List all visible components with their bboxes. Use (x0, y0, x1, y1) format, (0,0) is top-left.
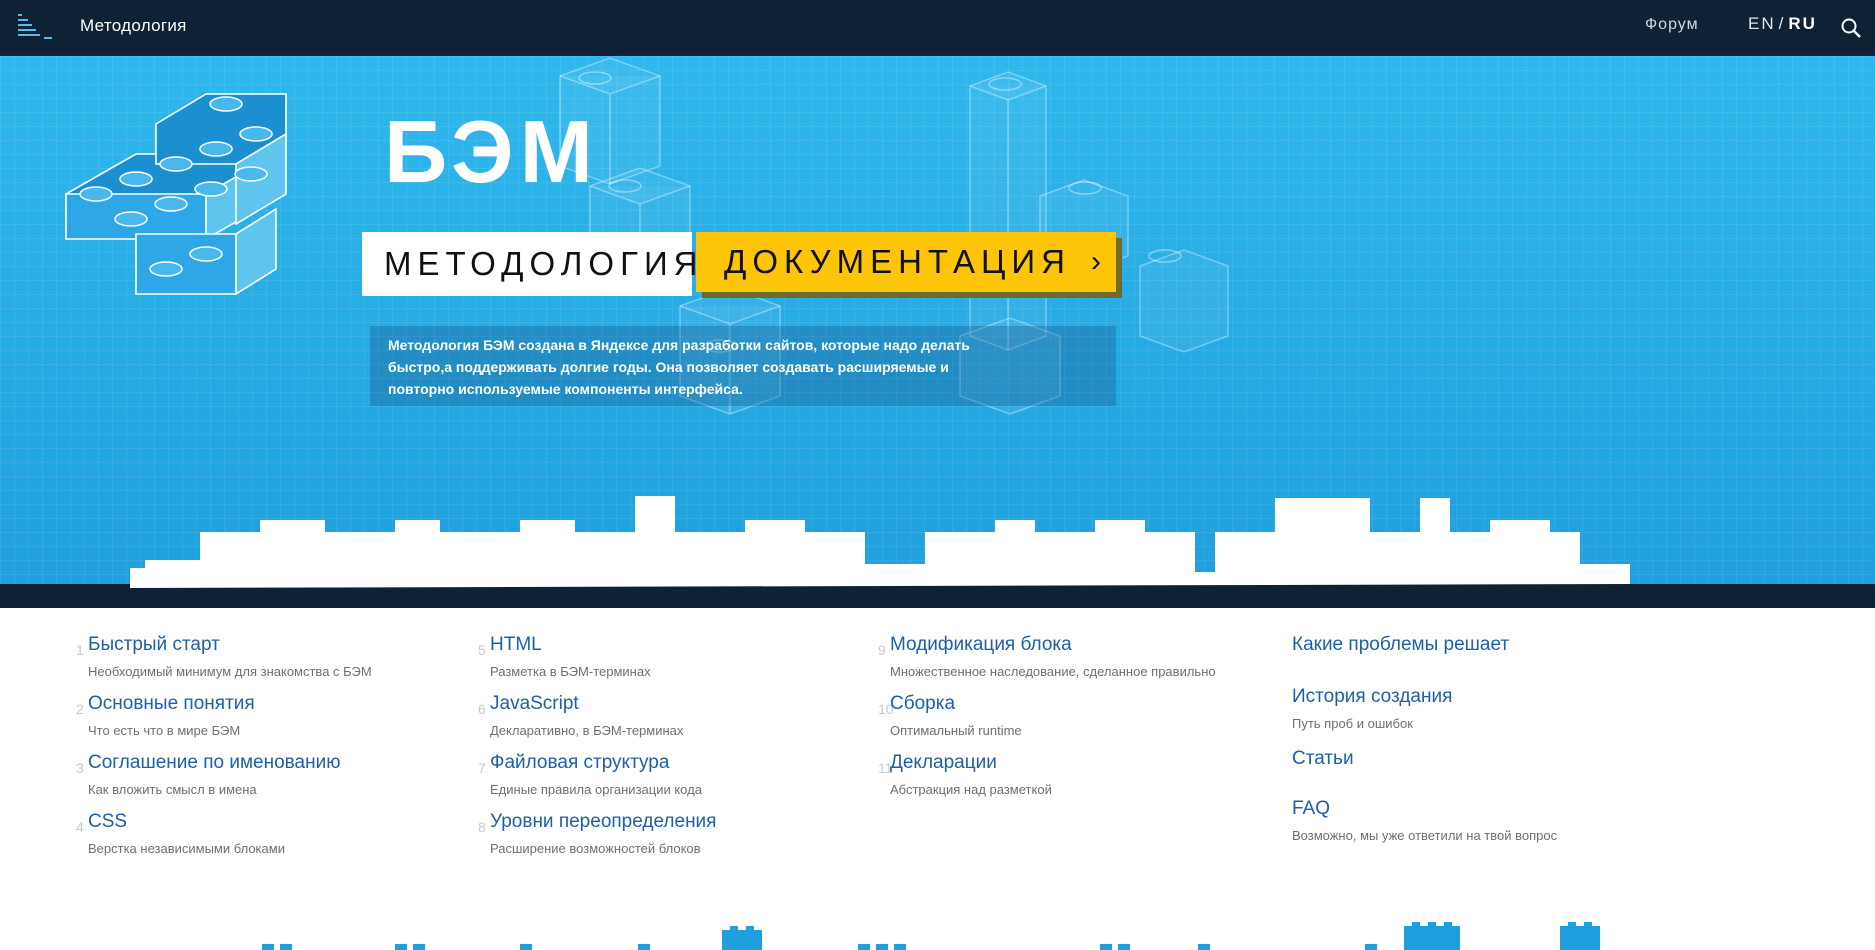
item-title-link[interactable]: Соглашение по именованию (88, 752, 340, 774)
item-subtitle: Как вложить смысл в имена (88, 782, 257, 797)
item-number: 3 (76, 760, 84, 776)
item-number: 1 (76, 642, 84, 658)
castle-skyline-decoration (0, 496, 1875, 608)
item-number: 9 (878, 642, 886, 658)
item-subtitle: Оптимальный runtime (890, 723, 1022, 738)
item-title-link[interactable]: CSS (88, 811, 127, 833)
item-title-link[interactable]: Декларации (890, 752, 997, 774)
item-title-link[interactable]: JavaScript (490, 693, 579, 715)
lang-ru-link[interactable]: RU (1788, 14, 1817, 33)
item-title-link[interactable]: Файловая структура (490, 752, 669, 774)
item-title-link[interactable]: Сборка (890, 693, 955, 715)
item-number: 5 (478, 642, 486, 658)
bottom-skyline-decoration (262, 922, 1600, 950)
bem-bricks-illustration (65, 93, 287, 296)
forum-link[interactable]: Форум (1645, 16, 1699, 34)
item-title-link[interactable]: Какие проблемы решает (1292, 634, 1509, 656)
item-number: 6 (478, 701, 486, 717)
item-subtitle: Абстракция над разметкой (890, 782, 1052, 797)
item-title-link[interactable]: Уровни переопределения (490, 811, 716, 833)
item-title-link[interactable]: Статьи (1292, 748, 1354, 770)
item-number: 2 (76, 701, 84, 717)
item-title-link[interactable]: Основные понятия (88, 693, 255, 715)
item-subtitle: Единые правила организации кода (490, 782, 702, 797)
item-title-link[interactable]: Модификация блока (890, 634, 1072, 656)
documentation-button-label: ДОКУМЕНТАЦИЯ (724, 243, 1071, 280)
item-subtitle: Необходимый минимум для знакомства с БЭМ (88, 664, 372, 679)
hero-section: БЭМ МЕТОДОЛОГИЯ ДОКУМЕНТАЦИЯ › Методолог… (0, 56, 1875, 608)
page-title: БЭМ (384, 102, 599, 201)
methodology-button[interactable]: МЕТОДОЛОГИЯ (362, 232, 698, 296)
item-number: 7 (478, 760, 486, 776)
item-subtitle: Расширение возможностей блоков (490, 841, 701, 856)
brand-link[interactable]: Методология (80, 16, 187, 36)
item-subtitle: Разметка в БЭМ-терминах (490, 664, 651, 679)
item-title-link[interactable]: HTML (490, 634, 542, 656)
item-number: 4 (76, 819, 84, 835)
topics-section: 1 Быстрый старт Необходимый минимум для … (0, 608, 1875, 950)
item-subtitle: Верстка независимыми блоками (88, 841, 285, 856)
item-subtitle: Декларативно, в БЭМ-терминах (490, 723, 684, 738)
top-navigation-bar: Методология Форум EN / RU (0, 0, 1875, 56)
lang-separator: / (1778, 14, 1786, 33)
chevron-right-icon: › (1090, 245, 1101, 278)
item-subtitle: Возможно, мы уже ответили на твой вопрос (1292, 828, 1558, 843)
item-title-link[interactable]: История создания (1292, 686, 1452, 708)
search-icon[interactable] (1840, 17, 1862, 39)
item-subtitle: Путь проб и ошибок (1292, 716, 1413, 731)
bem-logo-icon[interactable] (16, 11, 54, 43)
item-title-link[interactable]: Быстрый старт (88, 634, 220, 656)
documentation-button[interactable]: ДОКУМЕНТАЦИЯ › (696, 232, 1116, 292)
item-subtitle: Множественное наследование, сделанное пр… (890, 664, 1216, 679)
item-number: 8 (478, 819, 486, 835)
hero-description: Методология БЭМ создана в Яндексе для ра… (388, 337, 970, 397)
item-title-link[interactable]: FAQ (1292, 798, 1330, 820)
lang-en-link[interactable]: EN (1748, 14, 1776, 33)
language-switcher: EN / RU (1748, 14, 1820, 34)
item-subtitle: Что есть что в мире БЭМ (88, 723, 241, 738)
